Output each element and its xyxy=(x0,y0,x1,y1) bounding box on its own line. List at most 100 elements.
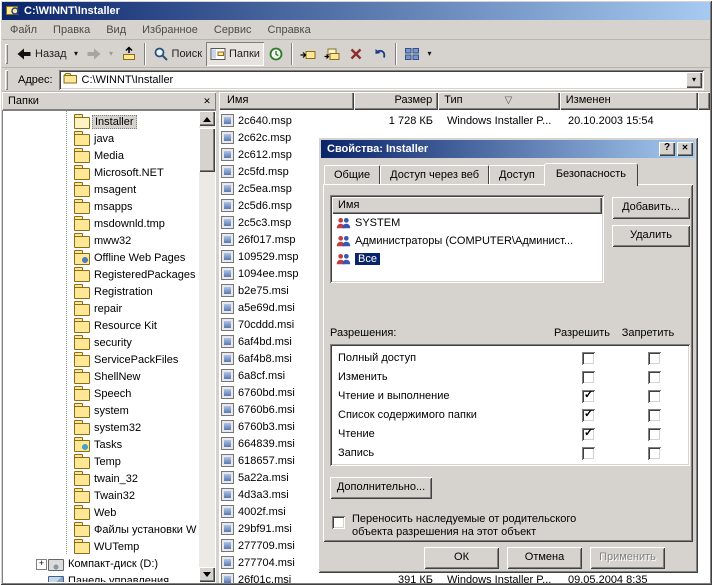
tree-item[interactable]: Microsoft.NET xyxy=(3,164,199,181)
tree-expander[interactable] xyxy=(61,181,73,198)
tree-item[interactable]: Web xyxy=(3,504,199,521)
column-header-name[interactable]: Имя xyxy=(219,92,355,110)
column-header-type[interactable]: Тип ▽ xyxy=(438,92,560,110)
address-dropdown-button[interactable]: ▾ xyxy=(686,71,702,88)
add-button[interactable]: Добавить... xyxy=(612,197,690,219)
tree-item[interactable]: Media xyxy=(3,147,199,164)
column-header-size[interactable]: Размер xyxy=(354,92,439,110)
tree-item[interactable]: ServicePackFiles xyxy=(3,351,199,368)
tree-expander[interactable] xyxy=(61,164,73,181)
tree-item[interactable]: java xyxy=(3,130,199,147)
forward-button[interactable] xyxy=(82,42,106,66)
tree-item[interactable]: Offline Web Pages xyxy=(3,249,199,266)
window-titlebar[interactable]: C:\WINNT\Installer xyxy=(2,2,710,20)
back-button[interactable]: Назад xyxy=(12,42,71,66)
column-header-modified[interactable]: Изменен xyxy=(559,92,698,110)
menu-item[interactable]: Вид xyxy=(98,22,134,38)
scroll-up-button[interactable] xyxy=(199,111,215,126)
remove-button[interactable]: Удалить xyxy=(612,225,690,247)
file-row[interactable]: 2c640.msp 1 728 КБ Windows Installer P..… xyxy=(219,112,710,129)
tree-expander[interactable] xyxy=(35,572,47,582)
up-button[interactable] xyxy=(117,42,141,66)
tree-item[interactable]: Панель управления xyxy=(3,572,199,582)
forward-dropdown-button[interactable]: ▾ xyxy=(106,42,117,66)
views-button[interactable] xyxy=(400,42,424,66)
tree-item[interactable]: Компакт-диск (D:) xyxy=(3,555,199,572)
menu-item[interactable]: Сервис xyxy=(206,22,260,38)
tree-item[interactable]: repair xyxy=(3,300,199,317)
deny-checkbox[interactable] xyxy=(648,390,661,403)
tree-expander[interactable] xyxy=(61,419,73,436)
tree-expander[interactable] xyxy=(61,487,73,504)
dialog-titlebar[interactable]: Свойства: Installer ? ✕ xyxy=(321,140,695,158)
scroll-down-button[interactable] xyxy=(199,567,215,582)
tree-expander[interactable] xyxy=(61,385,73,402)
tree-item[interactable]: system32 xyxy=(3,419,199,436)
dialog-close-button[interactable]: ✕ xyxy=(677,142,693,156)
deny-checkbox[interactable] xyxy=(648,447,661,460)
tree-item[interactable]: Resource Kit xyxy=(3,317,199,334)
dialog-tab[interactable]: Доступ через веб xyxy=(380,165,489,184)
tree-expander[interactable] xyxy=(61,232,73,249)
advanced-button[interactable]: Дополнительно... xyxy=(330,477,432,499)
tree-item[interactable]: Tasks xyxy=(3,436,199,453)
tree-expander[interactable] xyxy=(61,538,73,555)
tree-expander[interactable] xyxy=(61,453,73,470)
dialog-tab[interactable]: Общие xyxy=(324,165,381,184)
tree-item[interactable]: WUTemp xyxy=(3,538,199,555)
tree-expander[interactable] xyxy=(61,504,73,521)
tree-expander[interactable] xyxy=(61,266,73,283)
tree-expander[interactable] xyxy=(61,351,73,368)
name-item[interactable]: Администраторы (COMPUTER\Админист... xyxy=(332,232,602,250)
allow-checkbox[interactable] xyxy=(582,389,595,403)
undo-button[interactable] xyxy=(368,42,392,66)
search-button[interactable]: Поиск xyxy=(149,42,206,66)
tree-item[interactable]: msapps xyxy=(3,198,199,215)
addressbar-grip[interactable] xyxy=(5,70,8,90)
dialog-tab[interactable]: Безопасность xyxy=(543,163,638,186)
deny-checkbox[interactable] xyxy=(648,352,661,365)
tree-expander[interactable] xyxy=(61,402,73,419)
tree-item[interactable]: Temp xyxy=(3,453,199,470)
inherit-checkbox[interactable] xyxy=(332,516,345,529)
tree-expander[interactable] xyxy=(61,147,73,164)
tree-item[interactable]: msdownld.tmp xyxy=(3,215,199,232)
tree-item[interactable]: mww32 xyxy=(3,232,199,249)
deny-checkbox[interactable] xyxy=(648,371,661,384)
tree-item[interactable]: twain_32 xyxy=(3,470,199,487)
tree-item[interactable]: Twain32 xyxy=(3,487,199,504)
deny-checkbox[interactable] xyxy=(648,409,661,422)
tree-item[interactable]: ShellNew xyxy=(3,368,199,385)
tree-expander[interactable] xyxy=(61,334,73,351)
move-to-button[interactable] xyxy=(296,42,320,66)
tree-expander[interactable] xyxy=(61,436,73,453)
history-button[interactable] xyxy=(264,42,288,66)
allow-checkbox[interactable] xyxy=(582,427,595,441)
cancel-button[interactable]: Отмена xyxy=(507,547,582,569)
tree-expander[interactable] xyxy=(61,113,73,130)
tree-item[interactable]: msagent xyxy=(3,181,199,198)
tree-scrollbar[interactable] xyxy=(199,111,215,582)
close-folders-button[interactable]: ✕ xyxy=(200,95,214,108)
allow-checkbox[interactable] xyxy=(582,447,595,460)
menu-item[interactable]: Правка xyxy=(45,22,98,38)
tree-item[interactable]: security xyxy=(3,334,199,351)
allow-checkbox[interactable] xyxy=(582,408,595,422)
allow-checkbox[interactable] xyxy=(582,371,595,384)
name-item[interactable]: SYSTEM xyxy=(332,214,602,232)
folders-button[interactable]: Папки xyxy=(206,41,264,66)
tree-item[interactable]: system xyxy=(3,402,199,419)
delete-button[interactable] xyxy=(344,42,368,66)
tree-item[interactable]: Installer xyxy=(3,113,199,130)
deny-checkbox[interactable] xyxy=(648,428,661,441)
dialog-tab[interactable]: Доступ xyxy=(489,165,545,184)
tree-expander[interactable] xyxy=(61,521,73,538)
tree-expander[interactable] xyxy=(61,215,73,232)
menu-item[interactable]: Избранное xyxy=(134,22,206,38)
back-dropdown-button[interactable]: ▾ xyxy=(71,42,82,66)
address-combo[interactable]: C:\WINNT\Installer ▾ xyxy=(58,69,704,90)
views-dropdown-button[interactable]: ▾ xyxy=(424,42,435,66)
tree-item[interactable]: Файлы установки W xyxy=(3,521,199,538)
tree-expander[interactable] xyxy=(61,470,73,487)
tree-expander[interactable] xyxy=(61,283,73,300)
